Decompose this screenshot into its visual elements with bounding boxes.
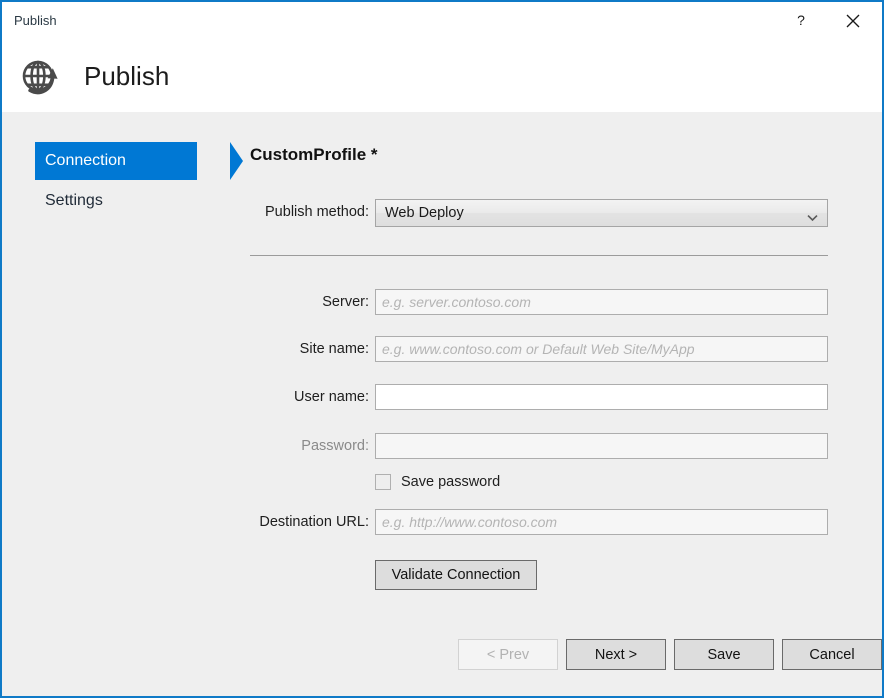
section-divider (250, 255, 828, 256)
destination-url-input[interactable] (375, 509, 828, 535)
page-title: Publish (84, 60, 169, 92)
dialog-header: Publish (2, 39, 882, 112)
save-button[interactable]: Save (674, 639, 774, 670)
user-name-label: User name: (232, 384, 369, 410)
site-name-label: Site name: (232, 336, 369, 362)
globe-publish-icon (18, 54, 62, 98)
sidebar-item-connection[interactable]: Connection (35, 142, 197, 180)
sidebar: Connection Settings (2, 112, 232, 696)
profile-name-title: CustomProfile * (250, 144, 378, 166)
main-panel: CustomProfile * Publish method: Web Depl… (232, 112, 882, 696)
user-name-input[interactable] (375, 384, 828, 410)
title-bar: Publish ? (2, 2, 882, 40)
site-name-input[interactable] (375, 336, 828, 362)
publish-method-row: Publish method: Web Deploy (232, 199, 882, 225)
next-button[interactable]: Next > (566, 639, 666, 670)
close-button[interactable] (830, 2, 876, 39)
cancel-button[interactable]: Cancel (782, 639, 882, 670)
prev-button[interactable]: < Prev (458, 639, 558, 670)
window-title: Publish (14, 13, 57, 28)
sidebar-item-label: Settings (35, 191, 103, 211)
server-row: Server: (232, 289, 882, 315)
user-name-row: User name: (232, 384, 882, 410)
password-row: Password: (232, 433, 882, 459)
publish-method-label: Publish method: (232, 199, 369, 225)
help-button[interactable]: ? (778, 2, 824, 39)
publish-dialog-window: Publish ? (0, 0, 884, 698)
publish-method-dropdown[interactable]: Web Deploy (375, 199, 828, 227)
publish-method-selected-value: Web Deploy (385, 200, 464, 226)
sidebar-item-label: Connection (35, 151, 126, 171)
save-password-checkbox[interactable] (375, 474, 391, 490)
destination-url-row: Destination URL: (232, 509, 882, 535)
dialog-footer: < Prev Next > Save Cancel (232, 622, 882, 696)
password-input[interactable] (375, 433, 828, 459)
question-mark-icon: ? (794, 13, 808, 29)
close-icon (846, 14, 860, 28)
destination-url-label: Destination URL: (232, 509, 369, 535)
server-input[interactable] (375, 289, 828, 315)
site-name-row: Site name: (232, 336, 882, 362)
validate-connection-button[interactable]: Validate Connection (375, 560, 537, 590)
dialog-body: Connection Settings CustomProfile * Publ… (2, 112, 882, 696)
sidebar-item-settings[interactable]: Settings (35, 182, 197, 220)
chevron-down-icon (807, 209, 818, 227)
save-password-row[interactable]: Save password (375, 471, 500, 493)
password-label: Password: (232, 433, 369, 459)
svg-text:?: ? (797, 13, 805, 28)
server-label: Server: (232, 289, 369, 315)
save-password-label: Save password (401, 473, 500, 491)
